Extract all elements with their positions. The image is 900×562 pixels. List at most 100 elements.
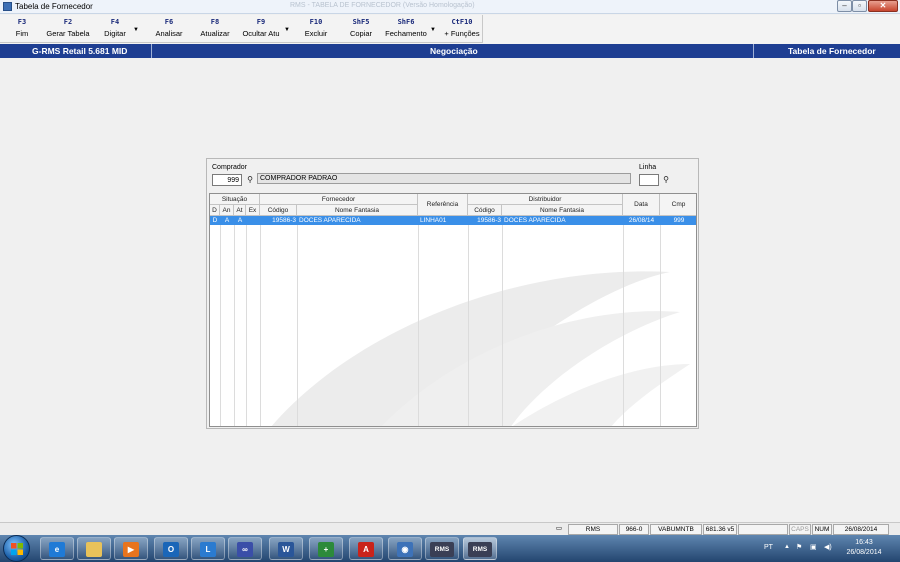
tool-label: Ocultar Atu [242, 29, 280, 38]
tool-mais-funcoes-button[interactable]: CtF10 + Funções [442, 17, 482, 40]
tool-label: Copiar [349, 29, 373, 38]
tool-label: Digitar [104, 29, 126, 38]
header-fornecedor: Fornecedor [260, 194, 418, 205]
status-app: RMS [568, 524, 618, 535]
taskbar: e ▶ O L ∞ W + A ◉ RMS RMS PT ▲ ⚑ ▣ ◀) 16… [0, 535, 900, 562]
module-name: Negociação [430, 46, 478, 56]
explorer-icon[interactable] [77, 537, 111, 560]
module-header: G-RMS Retail 5.681 MID Negociação Tabela… [0, 44, 900, 58]
column-divider [297, 216, 298, 426]
rms-icon[interactable]: RMS [463, 537, 497, 560]
chevron-down-icon[interactable]: ▼ [284, 27, 290, 33]
screen-name: Tabela de Fornecedor [788, 46, 876, 56]
volume-icon[interactable]: ◀) [824, 543, 832, 551]
header-dist-nome[interactable]: Nome Fantasia [502, 205, 623, 216]
tool-key: ShF5 [352, 18, 370, 26]
network-icon[interactable]: ∞ [228, 537, 262, 560]
chevron-down-icon[interactable]: ▼ [133, 27, 139, 33]
tool-gerar-tabela-button[interactable]: F2 Gerar Tabela [45, 17, 91, 40]
outlook-icon[interactable]: O [154, 537, 188, 560]
status-code: 966-0 [619, 524, 649, 535]
title-bar: Tabela de Fornecedor RMS - TABELA DE FOR… [0, 0, 900, 14]
close-button[interactable]: ✕ [868, 0, 898, 12]
tool-label: Fechamento [385, 29, 427, 38]
header-referencia[interactable]: Referência [418, 194, 468, 216]
chevron-down-icon[interactable]: ▼ [430, 27, 436, 33]
status-num: NUM [812, 524, 832, 535]
binoculars-icon[interactable]: ⚲ [660, 174, 672, 185]
tool-label: Excluir [304, 29, 328, 38]
tool-label: Fim [15, 29, 29, 38]
header-ex[interactable]: Ex [246, 205, 260, 216]
flag-icon[interactable]: ⚑ [796, 543, 802, 551]
cell-referencia[interactable]: LINHA01 [420, 216, 468, 225]
header-d[interactable]: D [210, 205, 220, 216]
column-divider [260, 216, 261, 426]
linha-input[interactable] [639, 174, 659, 186]
windows-logo-icon [11, 543, 23, 555]
show-hidden-icons-icon[interactable]: ▲ [784, 544, 790, 550]
header-an[interactable]: An [220, 205, 234, 216]
binoculars-icon[interactable]: ⚲ [244, 174, 256, 185]
status-caps: CAPS [789, 524, 811, 535]
header-forn-nome[interactable]: Nome Fantasia [297, 205, 418, 216]
acrobat-icon[interactable]: A [349, 537, 383, 560]
status-user: VABUMNTB [650, 524, 702, 535]
cell-at[interactable]: A [234, 216, 246, 225]
cell-data[interactable]: 26/08/14 [623, 216, 660, 225]
comprador-label: Comprador [212, 164, 248, 171]
tool-key: F6 [164, 18, 174, 26]
document-icon: ▭ [555, 525, 563, 532]
media-player-icon[interactable]: ▶ [114, 537, 148, 560]
header-forn-codigo[interactable]: Código [260, 205, 297, 216]
tool-fechamento-button[interactable]: ShF6 Fechamento ▼ [384, 17, 436, 40]
tool-key: ShF6 [397, 18, 415, 26]
plus-icon[interactable]: + [309, 537, 343, 560]
tool-label: Analisar [155, 29, 183, 38]
header-at[interactable]: At [234, 205, 246, 216]
network-tray-icon[interactable]: ▣ [810, 543, 817, 551]
maximize-button[interactable]: ▫ [852, 0, 867, 12]
minimize-button[interactable]: – [837, 0, 852, 12]
tool-label: Atualizar [200, 29, 230, 38]
cell-dist-codigo[interactable]: 19586-3 [468, 216, 502, 225]
remote-icon[interactable]: ◉ [388, 537, 422, 560]
ie-icon[interactable]: e [40, 537, 74, 560]
rms-icon[interactable]: RMS [425, 537, 459, 560]
cell-cmp[interactable]: 999 [660, 216, 696, 225]
status-bar: ▭ RMS 966-0 VABUMNTB 681.36 v5 CAPS NUM … [0, 522, 900, 535]
header-dist-codigo[interactable]: Código [468, 205, 502, 216]
cell-d[interactable]: D [210, 216, 220, 225]
clock-date: 26/08/2014 [846, 549, 882, 556]
header-data[interactable]: Data [623, 194, 660, 216]
tool-excluir-button[interactable]: F10 Excluir [301, 17, 331, 40]
tool-key: CtF10 [451, 18, 473, 26]
start-button[interactable] [3, 535, 30, 562]
tool-analisar-button[interactable]: F6 Analisar [153, 17, 185, 40]
tool-key: F2 [63, 18, 73, 26]
clock[interactable]: 16:43 26/08/2014 [838, 538, 890, 558]
header-cmp[interactable]: Cmp [660, 194, 696, 216]
status-date: 26/08/2014 [833, 524, 889, 535]
tool-key: F9 [256, 18, 266, 26]
comprador-code-input[interactable]: 999 [212, 174, 242, 186]
word-icon[interactable]: W [269, 537, 303, 560]
tool-key: F3 [17, 18, 27, 26]
tool-key: F10 [309, 18, 323, 26]
column-divider [220, 216, 221, 426]
cell-ex[interactable] [246, 216, 260, 225]
cell-dist-nome[interactable]: DOCES APARECIDA [504, 216, 623, 225]
tool-atualizar-button[interactable]: F8 Atualizar [198, 17, 232, 40]
divider [753, 44, 754, 58]
cell-forn-codigo[interactable]: 19586-3 [260, 216, 297, 225]
lync-icon[interactable]: L [191, 537, 225, 560]
tool-fim-button[interactable]: F3 Fim [8, 17, 36, 40]
language-indicator[interactable]: PT [764, 544, 773, 551]
app-version: G-RMS Retail 5.681 MID [32, 46, 128, 56]
data-grid[interactable]: Situação Fornecedor Referência Distribui… [209, 193, 697, 427]
tool-copiar-button[interactable]: ShF5 Copiar [346, 17, 376, 40]
cell-an[interactable]: A [220, 216, 234, 225]
tool-ocultar-atu-button[interactable]: F9 Ocultar Atu ▼ [240, 17, 290, 40]
cell-forn-nome[interactable]: DOCES APARECIDA [299, 216, 418, 225]
tool-digitar-button[interactable]: F4 Digitar ▼ [99, 17, 139, 40]
